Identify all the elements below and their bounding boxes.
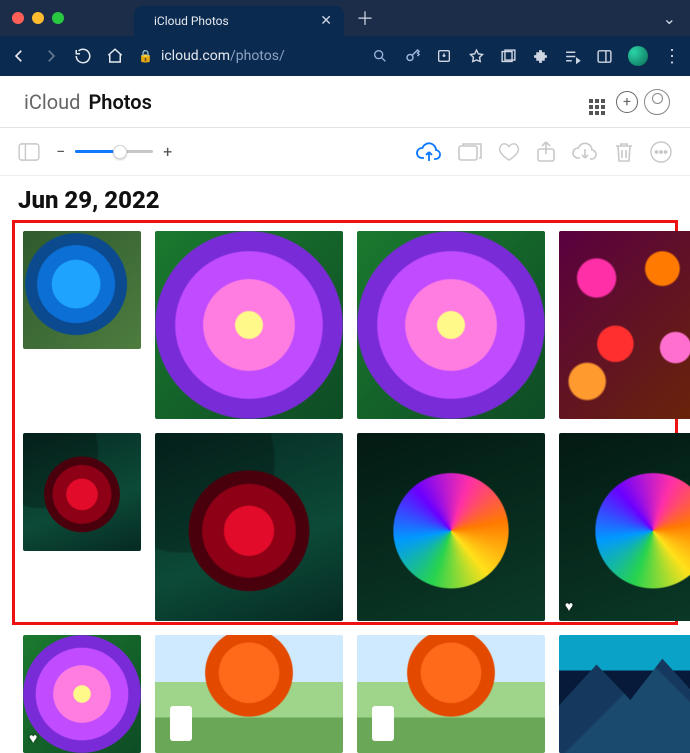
photo-thumbnail[interactable]: ♥: [23, 635, 141, 753]
browser-menu-icon[interactable]: ⋮: [662, 46, 680, 67]
address-bar[interactable]: 🔒 icloud.com/photos/: [138, 48, 358, 64]
favorite-button[interactable]: [498, 142, 520, 162]
add-button[interactable]: +: [612, 91, 642, 113]
photo-thumbnail[interactable]: [357, 433, 545, 621]
avatar-icon: [644, 89, 670, 115]
zoom-out-button[interactable]: −: [56, 142, 65, 161]
back-button[interactable]: [10, 47, 28, 65]
sidepanel-icon[interactable]: [596, 48, 614, 65]
brand: iCloud Photos: [18, 90, 152, 114]
minimize-window-button[interactable]: [32, 12, 44, 24]
tab-title: iCloud Photos: [154, 14, 312, 28]
favorite-heart-icon: ♥: [565, 598, 573, 615]
upload-button[interactable]: [416, 141, 442, 163]
browser-toolbar: 🔒 icloud.com/photos/ ⋮: [0, 36, 690, 76]
playlist-icon[interactable]: [564, 48, 582, 65]
photo-grid: ♥♥: [23, 231, 667, 612]
grid-icon: [589, 99, 605, 115]
tabs-dropdown-icon[interactable]: ⌄: [663, 9, 676, 28]
zoom-control: − +: [56, 142, 172, 161]
url-host: icloud.com: [161, 48, 230, 64]
album-button[interactable]: [458, 142, 482, 162]
home-button[interactable]: [106, 47, 124, 65]
photos-toolbar: − +: [0, 128, 690, 176]
zoom-slider[interactable]: [75, 150, 153, 153]
url-path: /photos/: [230, 48, 285, 64]
plus-circle-icon: +: [616, 91, 638, 113]
app-header: iCloud Photos +: [0, 76, 690, 128]
photo-thumbnail[interactable]: [155, 231, 343, 419]
browser-tab[interactable]: iCloud Photos ✕: [134, 6, 344, 36]
photo-thumbnail[interactable]: [23, 231, 141, 349]
download-button[interactable]: [572, 142, 598, 162]
share-button[interactable]: [536, 141, 556, 163]
forward-button[interactable]: [42, 47, 60, 65]
date-heading: Jun 29, 2022: [0, 176, 690, 220]
account-button[interactable]: [642, 89, 672, 115]
extensions-icon[interactable]: [532, 48, 550, 65]
more-button[interactable]: [650, 141, 672, 163]
key-icon[interactable]: [404, 47, 422, 65]
zoom-in-button[interactable]: +: [163, 142, 172, 161]
reload-button[interactable]: [74, 47, 92, 65]
photo-thumbnail[interactable]: [155, 635, 343, 753]
photo-thumbnail[interactable]: [559, 635, 690, 753]
photo-selection-highlight: ♥♥: [12, 220, 678, 625]
sidebar-toggle-button[interactable]: [18, 143, 40, 161]
photo-thumbnail[interactable]: [357, 231, 545, 419]
photo-thumbnail[interactable]: [23, 433, 141, 551]
bookmark-icon[interactable]: [468, 48, 486, 65]
photo-thumbnail[interactable]: [559, 231, 690, 419]
close-tab-icon[interactable]: ✕: [320, 13, 332, 29]
photo-thumbnail[interactable]: [155, 433, 343, 621]
photo-thumbnail[interactable]: ♥: [559, 433, 690, 621]
favorite-heart-icon: ♥: [29, 730, 37, 747]
brand-main: Photos: [88, 90, 151, 114]
reading-list-icon[interactable]: [500, 48, 518, 65]
install-icon[interactable]: [436, 48, 454, 64]
delete-button[interactable]: [614, 141, 634, 163]
browser-titlebar: iCloud Photos ✕ ＋ ⌄: [0, 0, 690, 36]
maximize-window-button[interactable]: [52, 12, 64, 24]
brand-prefix: iCloud: [24, 90, 80, 114]
new-tab-button[interactable]: ＋: [356, 5, 374, 31]
close-window-button[interactable]: [12, 12, 24, 24]
apps-grid-button[interactable]: [582, 88, 612, 115]
extension-badge-icon[interactable]: [628, 46, 648, 66]
search-icon[interactable]: [372, 48, 390, 64]
window-controls: [12, 12, 64, 24]
photo-thumbnail[interactable]: [357, 635, 545, 753]
lock-icon: 🔒: [138, 49, 153, 63]
